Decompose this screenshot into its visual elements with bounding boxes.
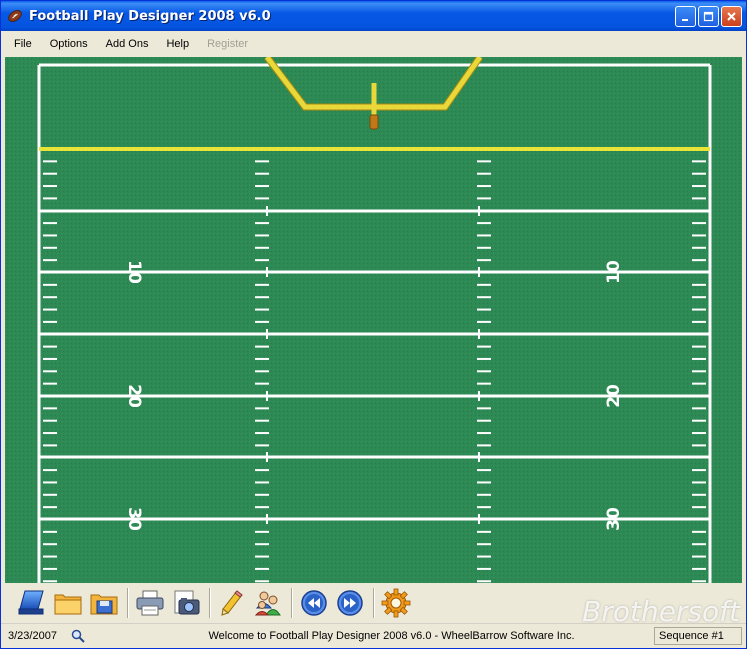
open-folder-icon: [54, 594, 82, 615]
previous-button[interactable]: [297, 586, 331, 620]
football-icon: [8, 10, 22, 22]
new-play-button[interactable]: [15, 586, 49, 620]
status-date: 3/23/2007: [8, 630, 57, 642]
yard-number-left: 30: [124, 507, 144, 531]
toolbar: [5, 584, 742, 622]
print-button[interactable]: [133, 586, 167, 620]
football-field-canvas[interactable]: 10 20 30 10 20 30: [5, 57, 742, 583]
menu-register[interactable]: Register: [198, 33, 257, 55]
toolbar-separator: [291, 588, 293, 618]
snapshot-button[interactable]: [169, 586, 203, 620]
players-icon: [254, 591, 281, 616]
close-icon: [727, 12, 736, 21]
toolbar-separator: [373, 588, 375, 618]
open-button[interactable]: [51, 586, 85, 620]
save-button[interactable]: [87, 586, 121, 620]
new-play-icon: [18, 590, 44, 615]
print-icon: [136, 590, 164, 616]
sequence-indicator: Sequence #1: [654, 627, 742, 645]
football-field[interactable]: 10 20 30 10 20 30: [5, 57, 742, 583]
magnifier-icon: [71, 629, 85, 643]
yard-number-left: 20: [124, 384, 144, 408]
menu-help[interactable]: Help: [157, 33, 198, 55]
maximize-button[interactable]: [698, 6, 719, 27]
save-icon: [90, 594, 118, 615]
next-button[interactable]: [333, 586, 367, 620]
previous-icon: [301, 590, 327, 616]
field-texture: [5, 57, 742, 583]
menu-bar: File Options Add Ons Help Register: [1, 32, 746, 56]
menu-add-ons[interactable]: Add Ons: [97, 33, 158, 55]
yard-number-right: 30: [604, 507, 624, 531]
draw-button[interactable]: [215, 586, 249, 620]
players-button[interactable]: [251, 586, 285, 620]
minimize-button[interactable]: [675, 6, 696, 27]
toolbar-separator: [127, 588, 129, 618]
maximize-icon: [703, 11, 714, 22]
close-button[interactable]: [721, 6, 742, 27]
menu-file[interactable]: File: [5, 33, 41, 55]
app-window: Football Play Designer 2008 v6.0 File Op…: [0, 0, 747, 649]
status-bar: 3/23/2007 Welcome to Football Play Desig…: [1, 623, 746, 648]
pencil-icon: [221, 590, 243, 616]
toolbar-separator: [209, 588, 211, 618]
status-message: Welcome to Football Play Designer 2008 v…: [208, 630, 575, 642]
next-icon: [337, 590, 363, 616]
yard-number-right: 20: [604, 384, 624, 408]
zoom-button[interactable]: [67, 625, 89, 647]
title-bar[interactable]: Football Play Designer 2008 v6.0: [1, 1, 746, 31]
settings-button[interactable]: [379, 586, 413, 620]
menu-options[interactable]: Options: [41, 33, 97, 55]
gear-icon: [381, 588, 411, 618]
yard-number-right: 10: [604, 260, 624, 284]
yard-number-left: 10: [124, 260, 144, 284]
camera-icon: [174, 590, 200, 615]
minimize-icon: [682, 19, 688, 21]
window-title: Football Play Designer 2008 v6.0: [29, 8, 271, 24]
goalpost-pad: [369, 114, 379, 130]
